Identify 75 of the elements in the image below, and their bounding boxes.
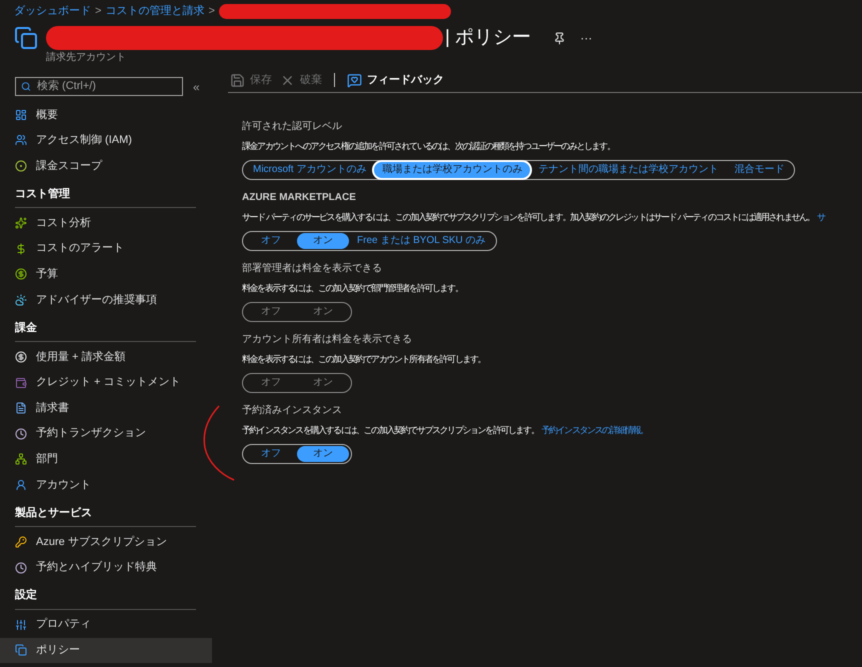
people-icon (15, 134, 27, 146)
breadcrumb-separator: > (95, 4, 102, 20)
sidebar-item[interactable]: クレジット + コミットメント (0, 370, 212, 396)
sidebar-item[interactable]: 使用量 + 請求金額 (0, 344, 212, 370)
sidebar-item[interactable]: 請求書 (0, 395, 212, 421)
info-link[interactable]: 予約インスタンスの詳細情報。 (541, 424, 648, 438)
sidebar-item[interactable]: 予約とハイブリッド特典 (0, 554, 212, 580)
breadcrumb-link[interactable]: コストの管理と請求 (105, 3, 204, 20)
wallet-icon (15, 376, 27, 389)
sparkle-icon (15, 217, 27, 230)
setting-description: 料金を表示するには、この加入契約でアカウント所有者を許可します。 (242, 353, 486, 366)
cloud-icon (15, 294, 27, 306)
ring-icon (15, 160, 27, 172)
sidebar-item[interactable]: Azure サブスクリプション (0, 529, 212, 555)
toolbar-button[interactable]: フィードバック (345, 72, 446, 88)
dollar-icon (15, 242, 27, 255)
dollar-circle-icon (15, 268, 27, 280)
section-heading: 設定 (15, 588, 38, 604)
toggle-option[interactable]: Microsoft アカウントのみ (245, 162, 374, 178)
toggle-option[interactable]: Free または BYOL SKU のみ (349, 232, 494, 248)
toggle-option[interactable]: テナント間の職場または学校アカウント (530, 162, 726, 178)
setting-title: アカウント所有者は料金を表示できる (242, 332, 412, 347)
breadcrumb-separator: > (208, 4, 215, 20)
sidebar-item[interactable]: 課金スコープ (0, 153, 212, 179)
pages-icon (14, 26, 38, 50)
search-input[interactable]: 検索 (Ctrl+/) (37, 78, 177, 95)
page-title: | ポリシー (445, 26, 532, 50)
section-heading: コスト管理 (15, 186, 71, 202)
toggle-option[interactable]: オフ (245, 446, 297, 462)
setting-description: 料金を表示するには、この加入契約で部門管理者を許可します。 (242, 282, 462, 295)
save-icon (230, 72, 245, 88)
user-icon (15, 478, 27, 491)
pages-icon (15, 644, 27, 656)
setting-title: 許可された認可レベル (242, 120, 342, 134)
section-heading: 課金 (15, 320, 38, 336)
sidebar-item[interactable]: コスト分析 (0, 210, 212, 236)
document-icon (15, 402, 27, 414)
setting-description: 課金アカウントへのアクセス権の追加を許可されているのは、次の認証の種類を持つユーザーのみとします。 (242, 140, 614, 153)
setting-description: サード パーティのサービスを購入するには、この加入契約でサブスクリプションを許可します。加入契約のクレジットはサード パーティのコストには適用されません。 (242, 211, 814, 224)
toggle-option[interactable]: オン (297, 232, 349, 248)
search-field[interactable]: 検索 (Ctrl+/) (15, 77, 183, 96)
section-heading: 製品とサービス (15, 506, 93, 521)
toggle-option[interactable]: 混合モード (726, 162, 792, 178)
setting-title: 部署管理者は料金を表示できる (242, 262, 382, 276)
sidebar-item[interactable]: アクセス制御 (IAM) (0, 128, 212, 154)
collapse-button[interactable]: « (193, 78, 200, 96)
sidebar-item[interactable]: コストのアラート (0, 236, 212, 262)
sidebar-item[interactable]: ポリシー (0, 638, 212, 664)
clock-icon (15, 562, 27, 574)
sidebar-item[interactable]: 予約トランザクション (0, 420, 212, 447)
key-icon (15, 536, 27, 548)
clock-icon (15, 428, 27, 440)
toggle-option[interactable]: 職場または学校アカウントのみ (374, 162, 530, 178)
setting-title: 予約済みインスタンス (242, 404, 342, 418)
sliders-icon (15, 618, 27, 631)
toggle-option[interactable]: オン (297, 446, 349, 462)
dashboard-icon (15, 108, 27, 121)
sidebar-item[interactable]: 予算 (0, 261, 212, 288)
pin-icon[interactable] (553, 32, 566, 44)
toggle-option[interactable]: オフ (245, 232, 297, 248)
setting-description: 予約インスタンスを購入するには、この加入契約でサブスクリプションを許可します。 (242, 424, 538, 437)
feedback-icon (347, 72, 362, 88)
sidebar-item[interactable]: 部門 (0, 446, 212, 472)
sidebar-item[interactable]: アカウント (0, 472, 212, 498)
info-link[interactable]: サ (817, 211, 825, 224)
sidebar-item[interactable]: アドバイザーの推奨事項 (0, 287, 212, 313)
dollar-circle-icon (15, 350, 27, 363)
setting-title: AZURE MARKETPLACE (242, 191, 356, 205)
sidebar-item[interactable]: プロパティ (0, 612, 212, 638)
hierarchy-icon (15, 453, 27, 466)
more-button[interactable]: ··· (580, 29, 592, 47)
search-icon (21, 81, 31, 92)
breadcrumb-link[interactable]: ダッシュボード (14, 3, 91, 20)
sidebar-item[interactable]: 概要 (0, 102, 212, 128)
page-subtitle: 請求先アカウント (46, 50, 126, 65)
